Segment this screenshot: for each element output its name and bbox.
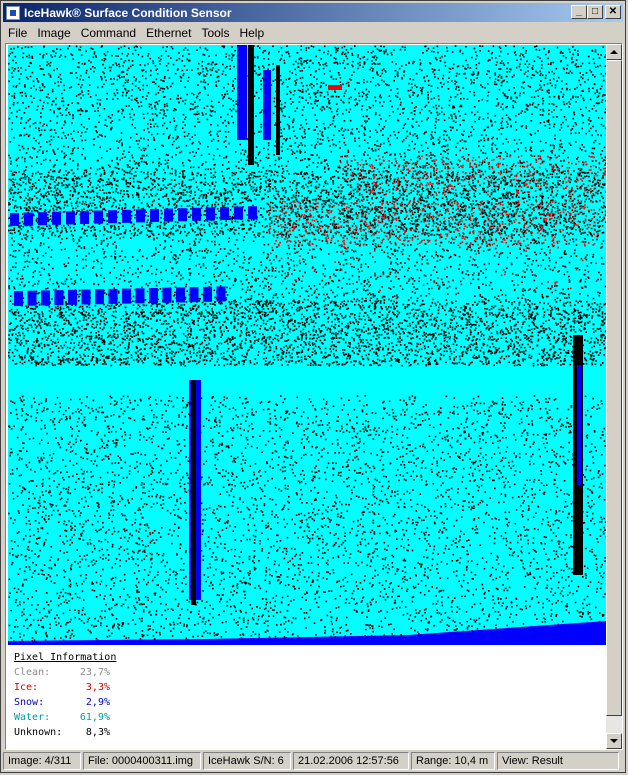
arrow-up-icon (610, 50, 618, 54)
window-title: IceHawk® Surface Condition Sensor (24, 5, 232, 20)
window-controls: _ □ ✕ (571, 5, 621, 19)
arrow-down-icon (610, 739, 618, 743)
status-image-index: Image: 4/311 (3, 752, 81, 770)
unknown-label: Unknown: (14, 727, 63, 738)
pixel-info-row-water: Water: 61,9% (14, 710, 114, 725)
status-view: View: Result (497, 752, 619, 770)
close-button[interactable]: ✕ (605, 5, 621, 19)
status-range: Range: 10,4 m (411, 752, 495, 770)
water-label: Water: (14, 712, 51, 723)
pixel-information-panel: Pixel Information Clean: 23,7% Ice: 3,3%… (14, 650, 116, 740)
pixel-info-row-ice: Ice: 3,3% (14, 680, 114, 695)
menu-bar: File Image Command Ethernet Tools Help (3, 23, 623, 42)
scroll-thumb[interactable] (606, 60, 622, 716)
maximize-button[interactable]: □ (587, 5, 603, 19)
pixel-info-row-snow: Snow: 2,9% (14, 695, 114, 710)
ice-value: 3,3% (85, 682, 110, 693)
pixel-info-row-clean: Clean: 23,7% (14, 665, 114, 680)
surface-condition-image[interactable] (8, 45, 606, 645)
app-icon[interactable] (6, 5, 20, 20)
menu-image[interactable]: Image (32, 26, 75, 40)
water-value: 61,9% (79, 712, 110, 723)
status-bar: Image: 4/311 File: 0000400311.img IceHaw… (3, 752, 623, 771)
app-window: IceHawk® Surface Condition Sensor _ □ ✕ … (0, 0, 626, 773)
clean-value: 23,7% (79, 667, 110, 678)
unknown-value: 8,3% (85, 727, 110, 738)
minimize-button[interactable]: _ (571, 5, 587, 19)
menu-command[interactable]: Command (76, 26, 141, 40)
menu-ethernet[interactable]: Ethernet (141, 26, 196, 40)
pixel-info-row-unknown: Unknown: 8,3% (14, 725, 114, 740)
status-datetime: 21.02.2006 12:57:56 (293, 752, 409, 770)
clean-label: Clean: (14, 667, 51, 678)
menu-help[interactable]: Help (234, 26, 269, 40)
title-bar[interactable]: IceHawk® Surface Condition Sensor _ □ ✕ (3, 3, 623, 22)
menu-tools[interactable]: Tools (196, 26, 234, 40)
ice-label: Ice: (14, 682, 39, 693)
vertical-scrollbar[interactable] (606, 44, 622, 749)
status-serial: IceHawk S/N: 6 (203, 752, 291, 770)
snow-label: Snow: (14, 697, 45, 708)
pixel-information-title: Pixel Information (14, 652, 117, 663)
scroll-down-button[interactable] (606, 733, 622, 749)
scroll-up-button[interactable] (606, 44, 622, 60)
image-view[interactable]: Pixel Information Clean: 23,7% Ice: 3,3%… (5, 43, 623, 750)
status-file: File: 0000400311.img (83, 752, 201, 770)
snow-value: 2,9% (85, 697, 110, 708)
menu-file[interactable]: File (3, 26, 32, 40)
